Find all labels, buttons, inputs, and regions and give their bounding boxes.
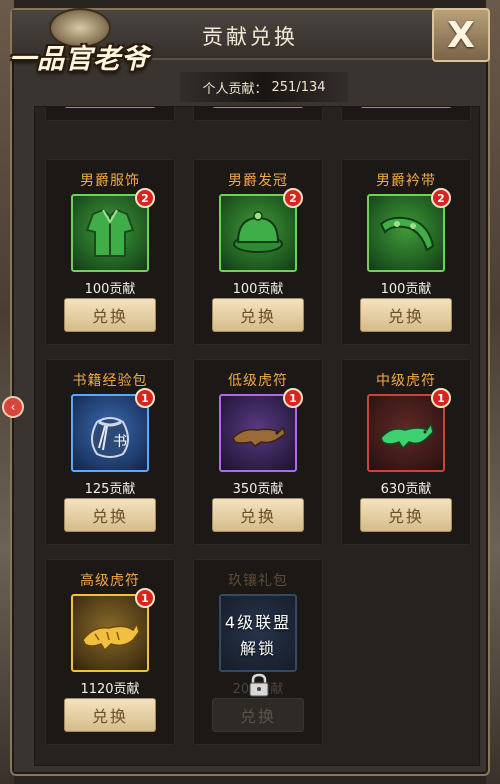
robe-icon xyxy=(85,208,135,257)
item-name: 书籍经验包 xyxy=(72,373,148,389)
item-slot[interactable]: 书 1 xyxy=(71,388,155,472)
window-title: 贡献兑换 xyxy=(202,25,298,49)
contribution-display: 个人贡献： 251/134 xyxy=(180,72,348,102)
hat-icon xyxy=(233,211,283,253)
contribution-label: 个人贡献： xyxy=(202,81,268,97)
item-card-baron-hat: 男爵发冠 2 100贡献 兑换 xyxy=(193,159,323,345)
item-slot[interactable]: 1 xyxy=(367,388,451,472)
quantity-badge: 1 xyxy=(135,588,155,608)
exchange-button[interactable]: 兑换 xyxy=(360,298,452,332)
item-cost: 1120贡献 xyxy=(80,682,140,697)
svg-text:书: 书 xyxy=(113,434,127,450)
item-cost: 350贡献 xyxy=(232,482,284,497)
tiger-tally-bronze-icon xyxy=(232,426,286,447)
item-name: 男爵服饰 xyxy=(80,173,140,189)
item-name: 低级虎符 xyxy=(228,373,288,389)
item-cost: 100贡献 xyxy=(380,282,432,297)
quantity-badge: 2 xyxy=(431,188,451,208)
exchange-button[interactable]: 兑换 xyxy=(64,107,156,108)
exchange-button[interactable]: 兑换 xyxy=(64,298,156,332)
exchange-panel: 贡献兑换 X 个人贡献： 251/134 兑换 兑换 兑换 男爵服饰 xyxy=(10,8,490,776)
item-slot[interactable]: 1 xyxy=(71,588,155,672)
item-cost: 125贡献 xyxy=(84,482,136,497)
side-expand-icon[interactable]: ‹ xyxy=(2,396,24,418)
item-name: 中级虎符 xyxy=(376,373,436,389)
item-name: 高级虎符 xyxy=(80,573,140,589)
item-card-baron-belt: 男爵衿带 2 100贡献 兑换 xyxy=(341,159,471,345)
exchange-button[interactable]: 兑换 xyxy=(212,498,304,532)
quantity-badge: 1 xyxy=(283,388,303,408)
unlock-requirement-line1: 4级联盟 xyxy=(224,613,292,632)
unlock-requirement: 4级联盟 解锁 xyxy=(194,610,322,662)
item-card-mid-tiger-tally: 中级虎符 1 630贡献 兑换 xyxy=(341,359,471,545)
item-slot[interactable]: 1 xyxy=(219,388,303,472)
logo-text: 一品官老爷 xyxy=(9,43,149,75)
exchange-button[interactable]: 兑换 xyxy=(64,498,156,532)
book-bag-icon: 书 xyxy=(91,417,129,458)
item-card-high-tiger-tally: 高级虎符 1 1120贡献 兑换 xyxy=(45,559,175,745)
exchange-button[interactable]: 兑换 xyxy=(360,498,452,532)
quantity-badge: 1 xyxy=(135,388,155,408)
item-name: 男爵衿带 xyxy=(376,173,436,189)
items-scroll-area[interactable]: 兑换 兑换 兑换 男爵服饰 2 100贡献 xyxy=(34,106,480,766)
item-card-book-exp-pack: 书籍经验包 书 1 125贡献 兑换 xyxy=(45,359,175,545)
item-slot[interactable]: 2 xyxy=(71,188,155,272)
quantity-badge: 2 xyxy=(135,188,155,208)
item-card-locked-gift-pack: 玖镶礼包 200贡献 兑换 4级联盟 解锁 xyxy=(193,559,323,745)
item-name: 男爵发冠 xyxy=(228,173,288,189)
exchange-button[interactable]: 兑换 xyxy=(64,698,156,732)
item-card: 兑换 xyxy=(193,107,323,121)
item-cost: 630贡献 xyxy=(380,482,432,497)
lock-icon xyxy=(249,673,269,697)
item-card-low-tiger-tally: 低级虎符 1 350贡献 兑换 xyxy=(193,359,323,545)
exchange-button[interactable]: 兑换 xyxy=(212,107,304,108)
item-card-baron-robe: 男爵服饰 2 100贡献 兑换 xyxy=(45,159,175,345)
quantity-badge: 1 xyxy=(431,388,451,408)
contribution-value: 251/134 xyxy=(271,79,326,95)
item-name: 玖镶礼包 xyxy=(228,573,288,589)
item-cost: 100贡献 xyxy=(84,282,136,297)
exchange-button[interactable]: 兑换 xyxy=(360,107,452,108)
unlock-requirement-line2: 解锁 xyxy=(239,639,276,658)
item-card: 兑换 xyxy=(341,107,471,121)
item-slot[interactable]: 2 xyxy=(367,188,451,272)
close-button[interactable]: X xyxy=(432,8,490,62)
item-card: 兑换 xyxy=(45,107,175,121)
belt-icon xyxy=(379,216,435,252)
item-slot[interactable]: 2 xyxy=(219,188,303,272)
item-cost: 100贡献 xyxy=(232,282,284,297)
tiger-tally-gold-icon xyxy=(82,622,140,652)
quantity-badge: 2 xyxy=(283,188,303,208)
exchange-button-disabled: 兑换 xyxy=(212,698,304,732)
exchange-button[interactable]: 兑换 xyxy=(212,298,304,332)
game-logo: 一品官老爷 xyxy=(4,8,154,84)
tiger-tally-jade-icon xyxy=(380,422,434,450)
